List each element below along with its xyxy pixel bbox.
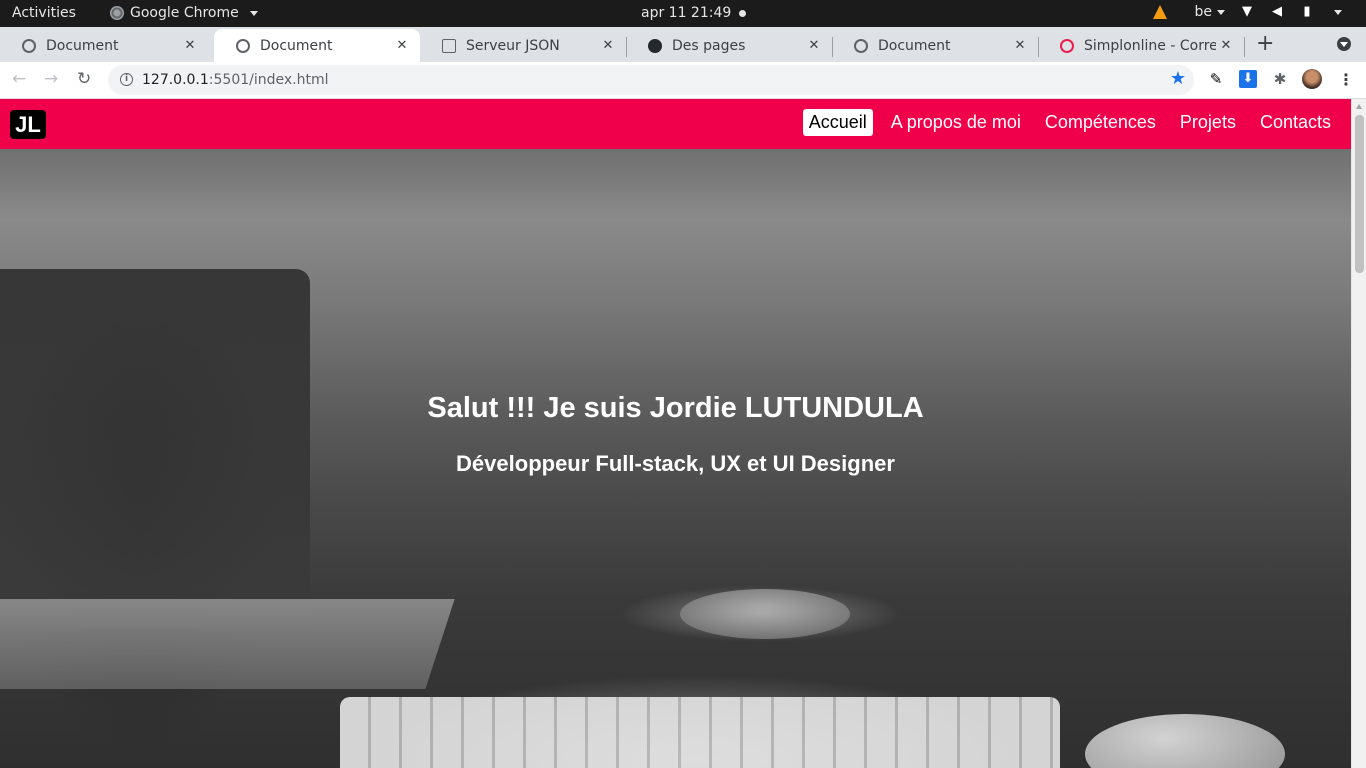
page-scrollbar[interactable] [1351,99,1366,768]
chevron-down-icon [249,10,258,16]
tab-document-2[interactable]: Document ✕ [214,29,420,62]
tab-separator [1244,37,1245,57]
close-icon[interactable]: ✕ [1216,38,1236,53]
close-icon[interactable]: ✕ [804,38,824,53]
app-menu[interactable]: Google Chrome [110,5,258,21]
address-bar[interactable]: i 127.0.0.1:5501/index.html ★ [108,65,1194,95]
globe-icon [854,38,868,53]
page-viewport: JL Accueil A propos de moi Compétences P… [0,99,1351,768]
site-info-icon[interactable]: i [120,73,133,86]
tab-title: Serveur JSON [466,37,560,54]
forward-button[interactable]: → [44,69,58,89]
tab-title: Des pages [672,37,746,54]
nav-link-contacts[interactable]: Contacts [1254,109,1337,136]
scrollbar-thumb[interactable] [1355,115,1364,273]
tab-simplonline[interactable]: Simplonline - Correct ✕ [1038,29,1244,62]
tab-title: Simplonline - Correct [1084,37,1216,54]
globe-icon [236,38,250,53]
globe-icon [22,38,36,53]
notification-dot-icon [739,10,746,17]
hero-headline: Salut !!! Je suis Jordie LUTUNDULA [427,392,924,424]
wifi-icon: ▼ [1242,4,1252,19]
tab-serveur-json[interactable]: Serveur JSON ✕ [420,29,626,62]
nav-link-projets[interactable]: Projets [1174,109,1242,136]
laptop-base-shape [0,599,455,689]
back-button[interactable]: ← [12,69,26,89]
keyboard-shape [340,697,1060,768]
simplon-icon [1060,38,1074,53]
vlc-icon[interactable] [1152,5,1167,19]
laptop-shape [0,269,310,629]
activities-button[interactable]: Activities [12,5,76,21]
tab-document-1[interactable]: Document ✕ [0,29,208,62]
clock[interactable]: apr 11 21:49 [641,5,731,21]
app-name: Google Chrome [130,5,239,21]
mouse-shape [1085,714,1285,768]
menu-kebab-icon[interactable]: ⋮ [1338,70,1354,89]
chevron-down-icon [1334,9,1342,15]
tab-title: Document [260,37,333,54]
url-host: 127.0.0.1 [142,72,209,88]
close-icon[interactable]: ✕ [180,38,200,53]
system-top-bar: Activities Google Chrome apr 11 21:49 be… [0,0,1366,27]
profile-avatar[interactable] [1302,69,1322,89]
extension-icon[interactable]: ✎ [1207,70,1225,88]
close-icon[interactable]: ✕ [598,38,618,53]
tab-title: Document [46,37,119,54]
hero-background-image [0,99,1351,768]
site-navbar: JL Accueil A propos de moi Compétences P… [0,99,1351,149]
chrome-icon [110,6,124,20]
site-logo[interactable]: JL [10,110,46,139]
tab-document-3[interactable]: Document ✕ [832,29,1038,62]
new-tab-button[interactable]: + [1256,33,1274,55]
keyboard-layout-label: be [1194,4,1213,20]
chevron-down-icon [1217,9,1225,15]
close-icon[interactable]: ✕ [392,38,412,53]
site-nav: Accueil A propos de moi Compétences Proj… [797,109,1337,136]
nav-link-competences[interactable]: Compétences [1039,109,1162,136]
download-icon[interactable]: ⬇ [1239,70,1257,88]
battery-icon: ▮ [1303,4,1311,19]
tab-strip: Document ✕ Document ✕ Serveur JSON ✕ Des… [0,27,1366,62]
nav-link-a-propos[interactable]: A propos de moi [885,109,1027,136]
cup-shape [680,589,850,639]
tab-search-button[interactable] [1337,37,1351,51]
scroll-up-icon[interactable] [1356,104,1362,109]
browser-toolbar: ← → ↻ i 127.0.0.1:5501/index.html ★ ✎ ⬇ … [0,62,1366,99]
tab-title: Document [878,37,951,54]
nav-link-accueil[interactable]: Accueil [802,109,873,136]
bookmark-star-icon[interactable]: ★ [1170,68,1186,89]
system-tray[interactable]: be ▼ ◀ ▮ [1152,4,1342,20]
github-icon [648,38,662,53]
hero-subline: Développeur Full-stack, UX et UI Designe… [456,451,895,476]
volume-icon: ◀ [1272,4,1282,19]
keyboard-layout-indicator[interactable]: be [1194,4,1225,20]
close-icon[interactable]: ✕ [1010,38,1030,53]
reload-button[interactable]: ↻ [77,69,91,89]
json-icon [442,38,456,53]
tab-des-pages[interactable]: Des pages ✕ [626,29,832,62]
puzzle-extensions-icon[interactable]: ✱ [1271,70,1289,88]
url-path: :5501/index.html [208,72,329,88]
url-text[interactable]: 127.0.0.1:5501/index.html [142,72,329,88]
